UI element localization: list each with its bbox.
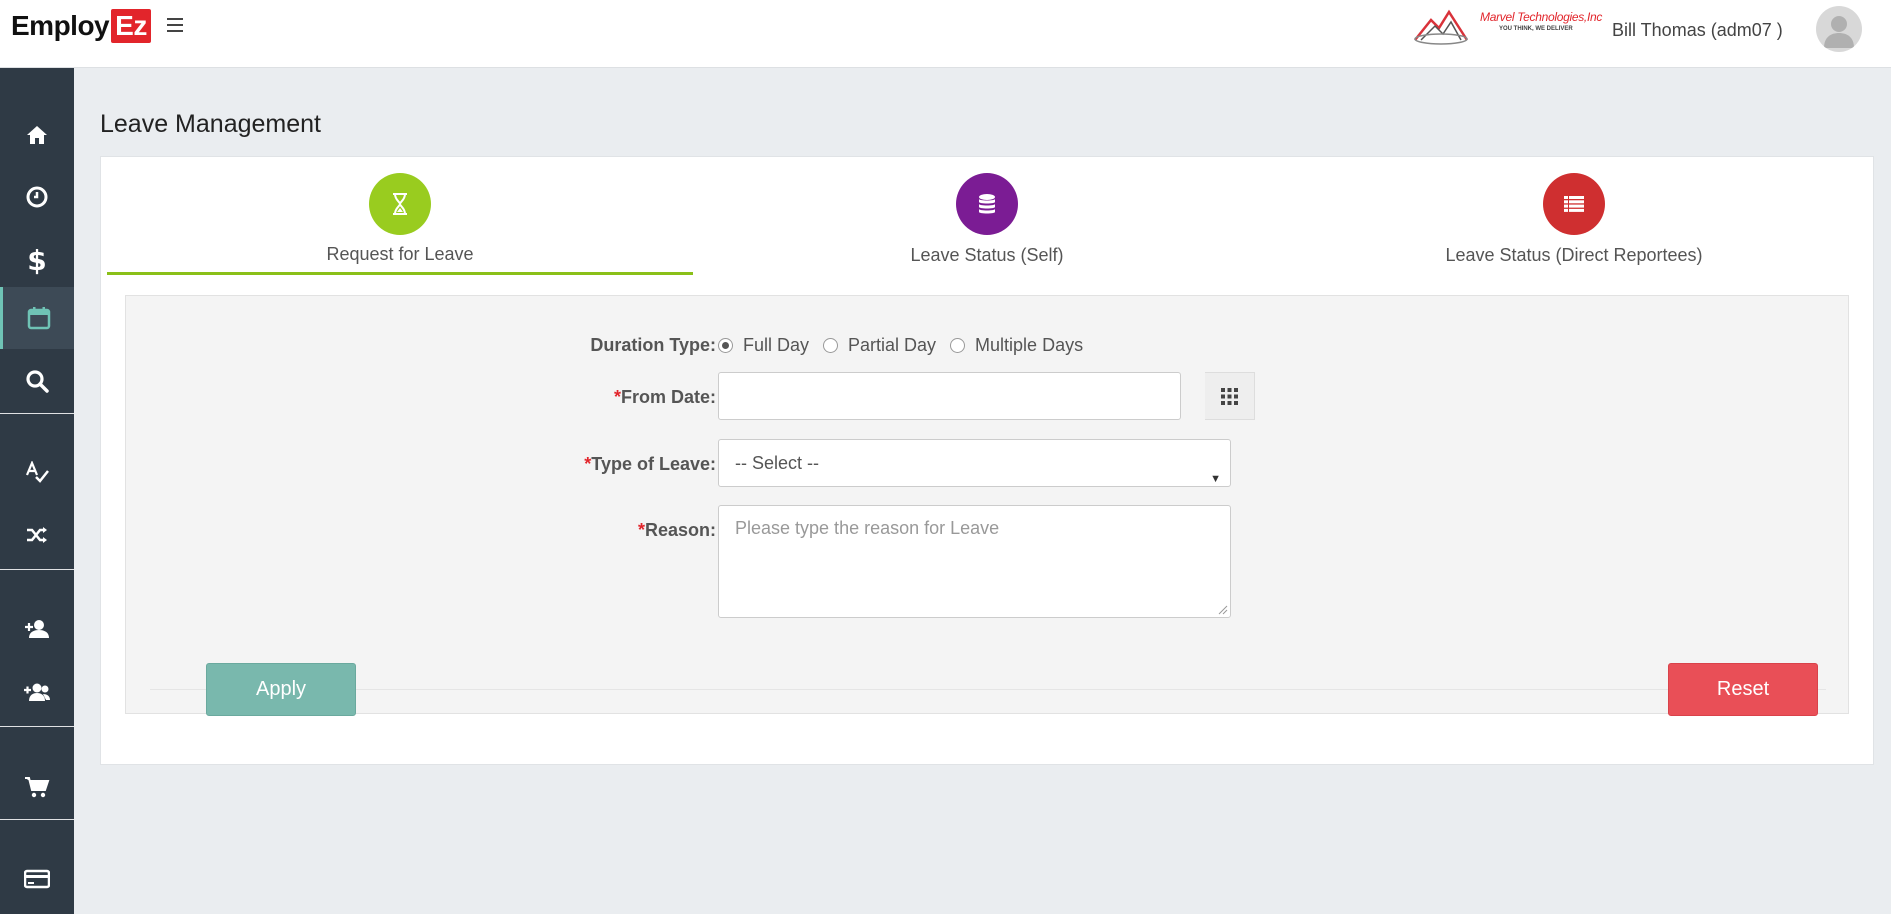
radio-full-day[interactable] xyxy=(718,338,733,353)
required-marker: * xyxy=(637,520,645,540)
radio-selected-dot xyxy=(722,342,729,349)
type-of-leave-label-text: Type of Leave: xyxy=(591,454,716,474)
user-display-name[interactable]: Bill Thomas (adm07 ) xyxy=(1612,20,1783,41)
tab-icon-circle xyxy=(956,173,1018,235)
type-of-leave-selected: -- Select -- xyxy=(735,453,820,473)
apply-button[interactable]: Apply xyxy=(206,663,356,716)
radio-label-multiple-days[interactable]: Multiple Days xyxy=(975,335,1083,356)
top-header: Employ Ez Marvel Technologies,Inc YOU THI… xyxy=(0,0,1891,68)
sidebar-divider xyxy=(0,413,74,414)
tab-leave-status-direct-reportees[interactable]: Leave Status (Direct Reportees) xyxy=(1281,173,1867,275)
calendar-icon xyxy=(27,307,50,330)
sidebar-item-transfer[interactable] xyxy=(0,504,74,566)
reason-textarea[interactable]: Please type the reason for Leave xyxy=(718,505,1231,618)
leave-request-form: Duration Type: Full Day Partial Day Mult… xyxy=(125,295,1849,716)
menu-toggle-icon[interactable] xyxy=(167,14,189,36)
tab-label: Leave Status (Direct Reportees) xyxy=(1445,245,1703,265)
duration-type-label: Duration Type: xyxy=(590,335,716,355)
cart-icon xyxy=(25,777,50,798)
sidebar-item-time[interactable] xyxy=(0,166,74,228)
sidebar-item-review[interactable] xyxy=(0,441,74,503)
employez-logo[interactable]: Employ Ez xyxy=(11,8,151,44)
sidebar-item-billing[interactable] xyxy=(0,848,74,910)
reason-label: *Reason: xyxy=(638,520,716,541)
tab-icon-circle xyxy=(1543,173,1605,235)
add-user-icon xyxy=(25,620,49,638)
company-mountain-icon xyxy=(1414,9,1469,45)
sidebar-item-payroll[interactable]: $ xyxy=(0,229,74,291)
type-of-leave-select[interactable]: -- Select -- ▼ xyxy=(718,439,1231,487)
chevron-down-icon: ▼ xyxy=(1210,473,1221,485)
company-tagline: YOU THINK, WE DELIVER xyxy=(1499,26,1573,32)
sidebar-nav: $ xyxy=(0,68,74,914)
leave-card: Request for Leave Leave Status (Self) Le… xyxy=(100,156,1874,765)
database-icon xyxy=(979,194,995,214)
shuffle-icon xyxy=(27,527,47,543)
reason-placeholder: Please type the reason for Leave xyxy=(735,518,1000,538)
from-date-input[interactable] xyxy=(718,372,1181,420)
type-of-leave-label: *Type of Leave: xyxy=(584,454,716,475)
dollar-icon: $ xyxy=(27,243,47,277)
user-avatar[interactable] xyxy=(1816,6,1862,52)
hourglass-icon xyxy=(393,193,407,215)
sidebar-divider xyxy=(0,819,74,820)
sidebar-item-add-employee[interactable] xyxy=(0,598,74,660)
date-picker-button[interactable] xyxy=(1205,372,1255,420)
page-title: Leave Management xyxy=(100,110,321,138)
sidebar-divider xyxy=(0,569,74,570)
search-icon xyxy=(26,370,49,393)
tab-leave-status-self[interactable]: Leave Status (Self) xyxy=(694,173,1280,275)
form-body: Duration Type: Full Day Partial Day Mult… xyxy=(150,320,1826,716)
radio-label-full-day[interactable]: Full Day xyxy=(743,335,809,356)
radio-partial-day[interactable] xyxy=(823,338,839,353)
reset-button[interactable]: Reset xyxy=(1668,663,1818,716)
sidebar-item-search[interactable] xyxy=(0,350,74,412)
sidebar-item-store[interactable] xyxy=(0,756,74,818)
list-icon xyxy=(1564,196,1584,212)
sidebar-item-add-team[interactable] xyxy=(0,661,74,723)
from-date-label-text: From Date: xyxy=(620,387,716,407)
radio-label-partial-day[interactable]: Partial Day xyxy=(848,335,936,356)
tab-label: Request for Leave xyxy=(326,244,474,264)
spellcheck-icon xyxy=(25,461,49,483)
credit-card-icon xyxy=(24,869,50,889)
company-logo: Marvel Technologies,Inc YOU THINK, WE DE… xyxy=(1413,4,1602,50)
from-date-label: *From Date: xyxy=(614,387,716,408)
tab-request-for-leave[interactable]: Request for Leave xyxy=(107,173,693,275)
resize-handle-icon[interactable] xyxy=(1218,605,1228,615)
clock-icon xyxy=(26,186,48,208)
duration-type-group: Full Day Partial Day Multiple Days xyxy=(718,335,1097,356)
company-name: Marvel Technologies,Inc xyxy=(1480,10,1603,24)
sidebar-item-home[interactable] xyxy=(0,104,74,166)
reason-label-text: Reason: xyxy=(644,520,716,540)
tab-icon-circle xyxy=(369,173,431,235)
tab-label: Leave Status (Self) xyxy=(910,245,1064,265)
calendar-grid-icon xyxy=(1221,387,1238,405)
logo-text-suffix: Ez xyxy=(111,9,151,43)
radio-multiple-days[interactable] xyxy=(950,338,966,353)
home-icon xyxy=(27,126,47,144)
add-group-icon xyxy=(24,683,50,701)
sidebar-item-leave[interactable] xyxy=(0,287,74,349)
logo-text-prefix: Employ xyxy=(11,10,110,41)
avatar-placeholder-icon xyxy=(1824,16,1854,48)
sidebar-divider xyxy=(0,726,74,727)
required-marker: * xyxy=(613,387,621,407)
